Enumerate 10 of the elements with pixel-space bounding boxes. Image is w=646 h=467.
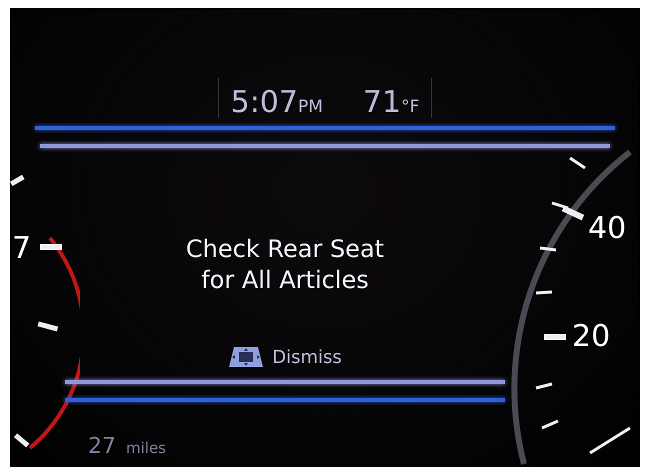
steering-pad-icon xyxy=(228,346,264,368)
outside-temperature: 71°F xyxy=(362,88,420,118)
clock-time: 5:07 PM xyxy=(230,88,323,118)
alert-message: Check Rear Seat for All Articles xyxy=(186,234,384,296)
gauge-number: 40 xyxy=(588,211,626,246)
gauge-number: 20 xyxy=(572,319,610,354)
gauge-number: 7 xyxy=(12,231,32,266)
range-unit: miles xyxy=(126,439,166,457)
range-value: 27 xyxy=(88,434,116,459)
dismiss-label[interactable]: Dismiss xyxy=(272,346,342,368)
